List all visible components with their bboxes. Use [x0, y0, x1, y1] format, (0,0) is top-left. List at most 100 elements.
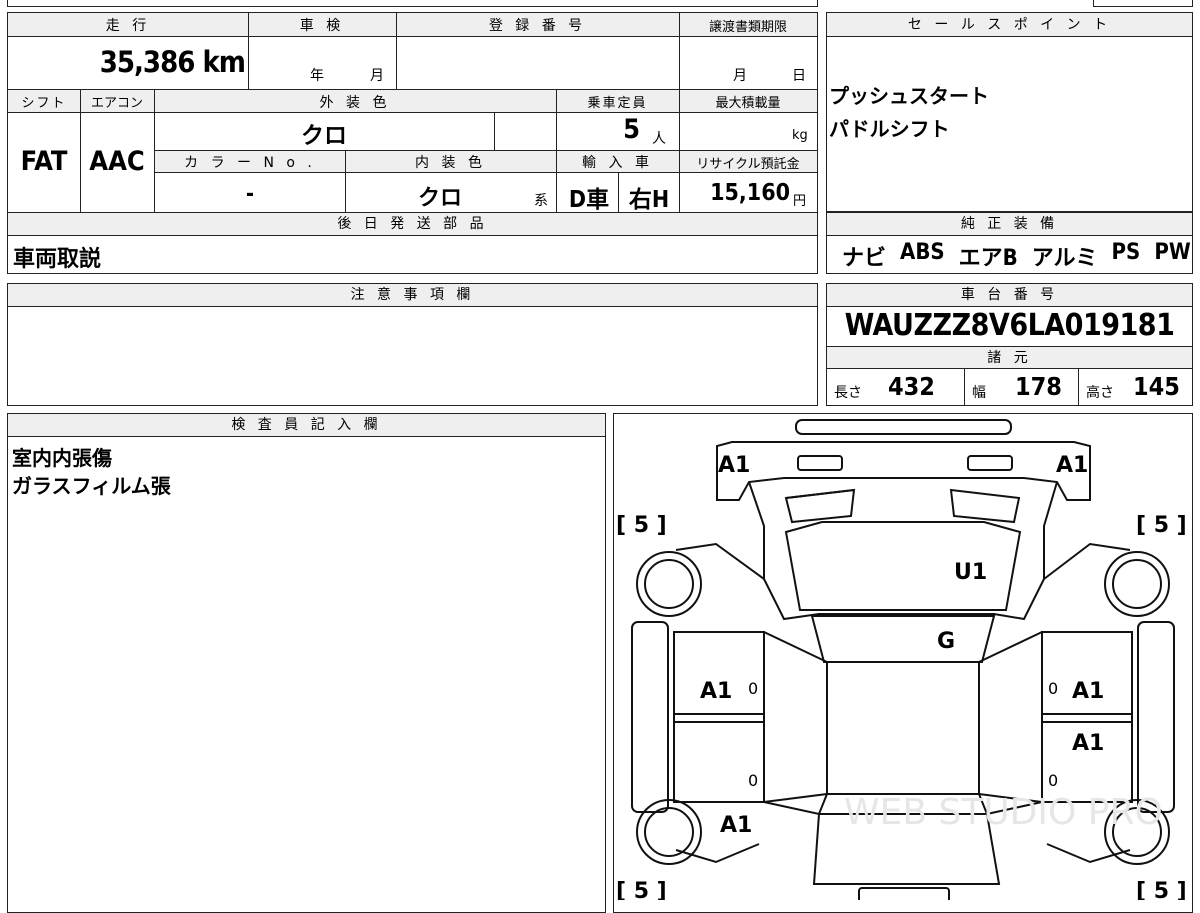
top-strip — [7, 0, 818, 7]
car-diagram: WEB STUDIO PRO A1 A1 [ 5 ] [ 5 ] [ 5 ] [… — [616, 419, 1187, 900]
front-bumper — [716, 441, 1091, 501]
wheel-rear-left-inner — [644, 807, 694, 857]
damage-left-front-door: A1 — [700, 679, 732, 704]
tire-front-left: [ 5 ] — [616, 513, 667, 538]
later-parts-value: 車両取説 — [13, 247, 102, 272]
chassis-label: 車 台 番 号 — [827, 284, 1192, 307]
inspector-line-1: 室内内張傷 — [12, 446, 112, 470]
notes-label: 注 意 事 項 欄 — [8, 284, 817, 307]
divider — [494, 113, 495, 150]
sales-point-2: パドルシフト — [829, 117, 950, 141]
mark-left-rear: 0 — [748, 771, 758, 790]
headlight-right — [967, 455, 1013, 471]
front-bumper-bar — [795, 419, 1012, 435]
equipment-item: ナビ — [842, 246, 887, 271]
length-label: 長さ — [834, 385, 862, 401]
grille-left-line — [785, 489, 855, 499]
mileage-label: 走 行 — [105, 18, 151, 34]
recycle-unit: 円 — [793, 194, 807, 209]
right-side-panel — [1137, 621, 1175, 813]
equipment-list: ナビ ABS エアB アルミ PS PW — [842, 240, 1191, 272]
headlight-left — [797, 455, 843, 471]
transfer-month-unit: 月 — [733, 68, 747, 84]
right-pillar — [978, 631, 1043, 803]
left-side-panel — [631, 621, 669, 813]
roof-front — [810, 615, 996, 663]
divider — [1078, 369, 1079, 406]
inspection-label: 車 検 — [299, 18, 345, 34]
color-no-label: カ ラ ー N o . — [184, 155, 316, 171]
divider — [964, 369, 965, 406]
color-no-value: - — [245, 182, 255, 207]
shift-value: FAT — [20, 146, 68, 177]
specs-label: 諸 元 — [827, 347, 1192, 369]
width-label: 幅 — [972, 385, 986, 401]
exterior-color-value: クロ — [301, 123, 347, 149]
wheel-front-left — [636, 551, 702, 617]
recycle-label: リサイクル預託金 — [696, 156, 800, 172]
sales-point-1: プッシュスタート — [829, 84, 989, 108]
tire-rear-left: [ 5 ] — [616, 879, 667, 900]
wheel-front-left-inner — [644, 559, 694, 609]
mark-left-front: 0 — [748, 679, 758, 698]
transfer-deadline-label: 譲渡書類期限 — [708, 19, 787, 35]
equipment-item: エアB — [958, 246, 1018, 271]
transfer-day-unit: 日 — [792, 68, 806, 84]
divider — [248, 13, 249, 90]
aircon-value: AAC — [89, 146, 145, 177]
mark-right-front: 0 — [1048, 679, 1058, 698]
watermark: WEB STUDIO PRO — [844, 792, 1163, 833]
later-parts-label: 後 日 発 送 部 品 — [8, 213, 817, 236]
import-label: 輸 入 車 — [582, 155, 653, 171]
sales-points-label: セ ー ル ス ポ イ ン ト — [827, 13, 1192, 37]
max-load-unit: kg — [792, 128, 808, 143]
rear-bumper — [858, 887, 950, 900]
damage-front-right: A1 — [1056, 453, 1088, 478]
left-pillar — [763, 631, 828, 803]
mileage-value: 35,386 km — [99, 45, 246, 79]
inspection-month-unit: 月 — [370, 68, 384, 84]
interior-color-suffix: 系 — [534, 193, 548, 209]
chassis-number: WAUZZZ8V6LA019181 — [844, 308, 1175, 343]
divider — [679, 13, 680, 90]
inspector-label: 検 査 員 記 入 欄 — [8, 414, 605, 437]
equipment-item: PS — [1111, 240, 1141, 265]
recycle-fee-value: 15,160 — [710, 180, 790, 206]
damage-right-front-door: A1 — [1072, 679, 1104, 704]
equipment-item: ABS — [900, 240, 945, 265]
steering-value: 右H — [628, 187, 670, 213]
sales-points-box — [826, 12, 1193, 212]
damage-windshield: U1 — [954, 560, 987, 585]
roof — [826, 661, 980, 795]
mark-right-rear: 0 — [1048, 771, 1058, 790]
capacity-value: 5 — [623, 114, 640, 145]
right-front-door — [1041, 631, 1133, 723]
interior-color-value: クロ — [417, 186, 462, 211]
tire-front-right: [ 5 ] — [1136, 513, 1187, 538]
length-value: 432 — [888, 372, 935, 401]
divider — [396, 13, 397, 90]
capacity-unit: 人 — [652, 131, 666, 147]
top-right-strip — [1093, 0, 1193, 7]
damage-front-left: A1 — [718, 453, 750, 478]
max-load-label: 最大積載量 — [715, 96, 781, 111]
width-value: 178 — [1015, 372, 1062, 401]
height-label: 高さ — [1086, 385, 1114, 401]
damage-left-rear: A1 — [720, 813, 752, 838]
equipment-item: PW — [1154, 240, 1191, 265]
damage-right-rear-door: A1 — [1072, 731, 1104, 756]
wheel-front-right-inner — [1112, 559, 1162, 609]
fender-left — [675, 542, 765, 580]
import-type-value: D車 — [568, 187, 610, 213]
height-value: 145 — [1133, 372, 1180, 401]
left-rear-door — [673, 721, 765, 803]
grille-right — [949, 488, 1021, 524]
equipment-item: アルミ — [1031, 246, 1098, 271]
aircon-label: エアコン — [90, 96, 143, 111]
exterior-color-label: 外 装 色 — [319, 94, 391, 111]
damage-roof: G — [937, 629, 955, 654]
shift-label: シフト — [21, 96, 67, 111]
wheel-rear-left — [636, 799, 702, 865]
left-front-door — [673, 631, 765, 723]
tire-rear-right: [ 5 ] — [1136, 879, 1187, 900]
